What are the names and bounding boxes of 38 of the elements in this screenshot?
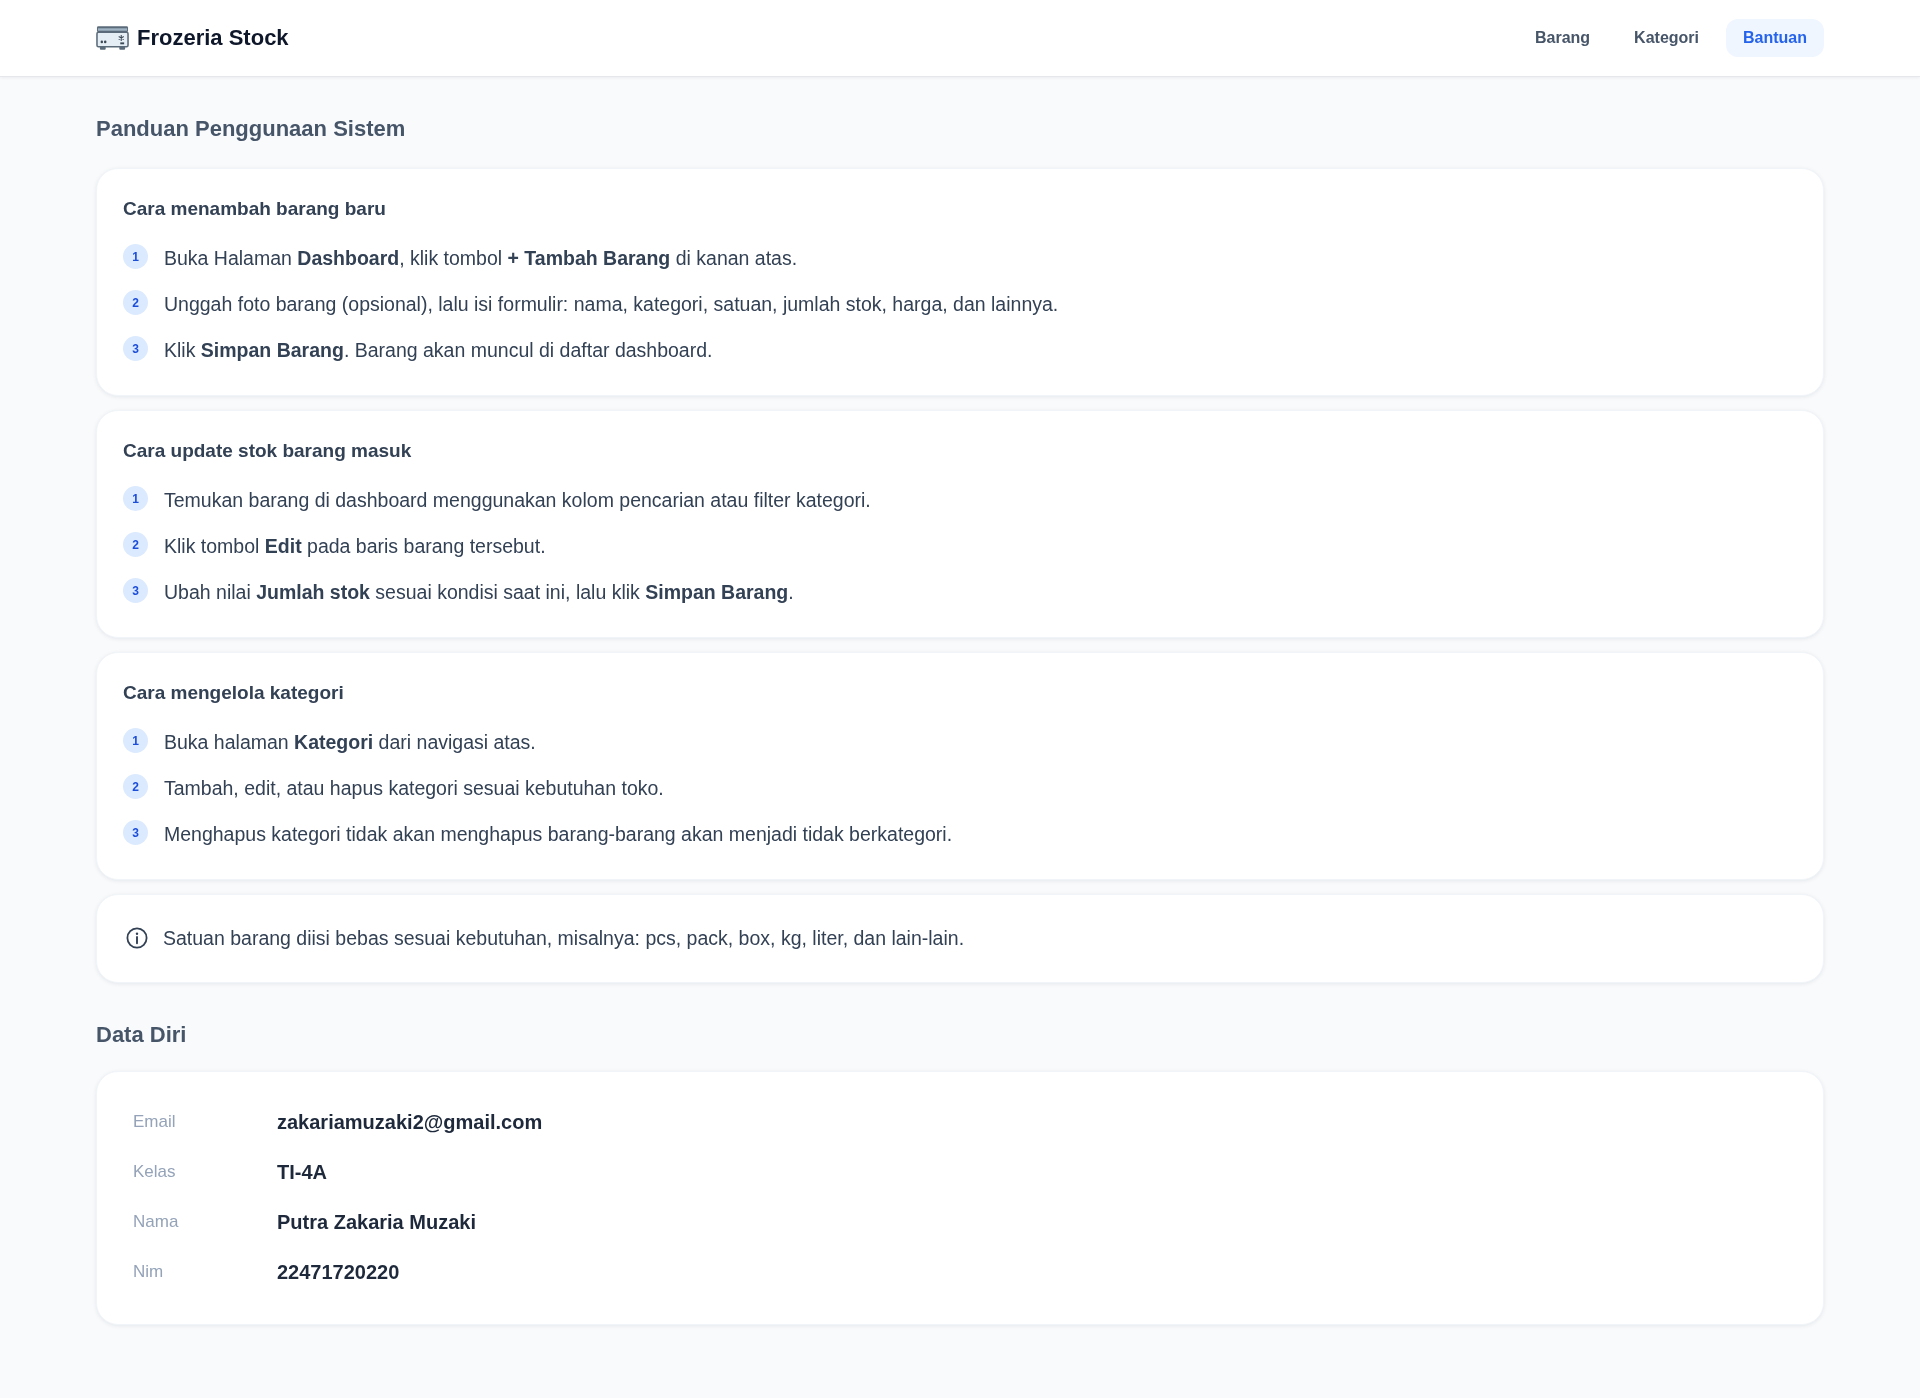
step-text: Klik Simpan Barang. Barang akan muncul di daftar dashboard. [164,338,713,363]
step-number: 3 [123,820,148,845]
note-text: Satuan barang diisi bebas sesuai kebutuhan, misalnya: pcs, pack, box, kg, liter, dan lain-lain. [163,926,965,951]
step-number: 3 [123,578,148,603]
field-label: Nama [133,1212,180,1232]
field-value: 22471720220 [277,1260,400,1284]
step-text: Klik tombol Edit pada baris barang tersebut. [164,534,546,559]
card-title: Cara menambah barang baru [123,197,387,221]
step-number: 2 [123,290,148,315]
step-text: Ubah nilai Jumlah stok sesuai kondisi saat ini, lalu klik Simpan Barang. [164,580,794,605]
step-text: Temukan barang di dashboard menggunakan kolom pencarian atau filter kategori. [164,488,871,513]
step-number: 1 [123,486,148,511]
card-title: Cara update stok barang masuk [123,439,413,463]
field-label: Email [133,1112,177,1132]
nav-link[interactable]: Kategori [1617,19,1716,57]
step-text: Buka Halaman Dashboard, klik tombol + Tambah Barang di kanan atas. [164,246,798,271]
field-label: Nim [133,1262,165,1282]
nav-link[interactable]: Barang [1517,19,1608,57]
section-heading: Data Diri [96,1021,188,1049]
step-text: Tambah, edit, atau hapus kategori sesuai kebutuhan toko. [164,776,664,801]
field-value: Putra Zakaria Muzaki [277,1210,476,1234]
step-text: Buka halaman Kategori dari navigasi atas. [164,730,536,755]
step-text: Unggah foto barang (opsional), lalu isi formulir: nama, kategori, satuan, jumlah stok, harga, dan lainnya. [164,292,1059,317]
step-number: 1 [123,244,148,269]
field-value: TI-4A [277,1160,327,1184]
step-number: 2 [123,532,148,557]
section-heading: Panduan Penggunaan Sistem [96,115,407,143]
info-icon [126,927,148,949]
field-label: Kelas [133,1162,177,1182]
brand-name: Frozeria Stock [137,25,289,51]
card-title: Cara mengelola kategori [123,681,345,705]
field-value: zakariamuzaki2@gmail.com [277,1110,543,1134]
nav-link[interactable]: Bantuan [1726,19,1824,57]
freezer-icon [96,25,129,51]
step-text: Menghapus kategori tidak akan menghapus barang-barang akan menjadi tidak berkategori. [164,822,953,847]
step-number: 2 [123,774,148,799]
step-number: 3 [123,336,148,361]
step-number: 1 [123,728,148,753]
